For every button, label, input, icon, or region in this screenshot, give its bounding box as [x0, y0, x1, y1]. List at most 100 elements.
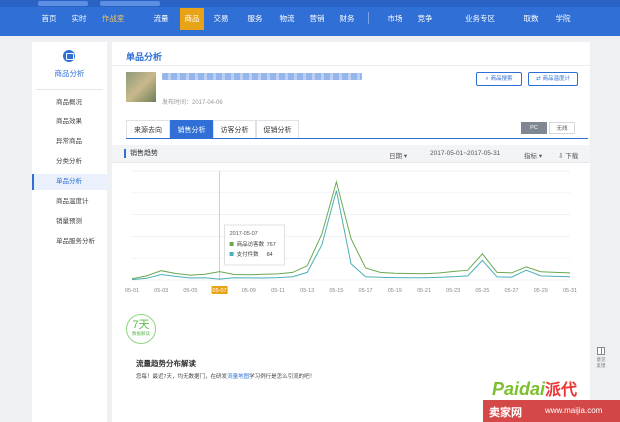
- chevron-down-icon: ▾: [403, 153, 408, 160]
- seven-day-badge: 7天 数据解读: [126, 314, 156, 344]
- nav-realtime[interactable]: 实时: [68, 8, 90, 30]
- page-title: 单品分析: [126, 52, 163, 62]
- x-tick-label: 05-09: [242, 288, 256, 294]
- nav-service[interactable]: 服务: [244, 8, 266, 30]
- x-tick-label: 05-29: [534, 288, 548, 294]
- top-nav: 首页 实时 作战室 流量 商品 交易 服务 物流 营销 财务 市场 竞争 业务专…: [0, 0, 620, 36]
- sales-trend-chart[interactable]: 05-01 05-03 05-05 05-07 05-09 05-11 05-13 05-15…: [112, 163, 590, 298]
- sidebar-item-service[interactable]: 单品服务分析: [32, 234, 107, 250]
- device-pc-toggle[interactable]: PC: [521, 122, 547, 134]
- paidai-watermark: Paidai派代: [492, 376, 577, 400]
- traffic-map-link[interactable]: 流量地图: [227, 374, 249, 380]
- nav-finance[interactable]: 财务: [336, 8, 358, 30]
- sidebar-item-category[interactable]: 分类分析: [32, 154, 107, 170]
- granularity-select[interactable]: 日期 ▾: [389, 150, 407, 160]
- x-tick-label: 05-11: [271, 288, 285, 294]
- tab-sales[interactable]: 销售分析: [170, 120, 213, 139]
- shop-name: [100, 1, 160, 6]
- nav-logistics[interactable]: 物流: [276, 8, 298, 30]
- insight-text: 您每！最近7天，均无数据门，在研发流量地图学习例行是怎么引流的吧！: [136, 372, 315, 380]
- nav-competition[interactable]: 竞争: [414, 8, 436, 30]
- maijia-watermark: 卖家网 www.maijia.com: [483, 400, 620, 422]
- x-tick-label: 05-07: [213, 288, 227, 294]
- date-range-picker[interactable]: 2017-05-01~2017-05-31: [430, 150, 500, 157]
- nav-traffic[interactable]: 流量: [150, 8, 172, 30]
- tab-underline: [126, 138, 588, 139]
- sidebar-item-forecast[interactable]: 销量预测: [32, 214, 107, 230]
- nav-market[interactable]: 市场: [384, 8, 406, 30]
- watermark-brand: Paidai: [492, 379, 546, 399]
- x-tick-label: 05-31: [563, 288, 577, 294]
- logo[interactable]: [38, 1, 88, 6]
- tab-promotion[interactable]: 促销分析: [256, 120, 299, 139]
- x-tick-label: 05-25: [475, 288, 489, 294]
- tab-visitors[interactable]: 访客分析: [213, 120, 256, 139]
- x-tick-label: 05-05: [183, 288, 197, 294]
- sidebar-item-effect[interactable]: 商品效果: [32, 114, 107, 130]
- product-search-button[interactable]: ⌕ 商品搜索: [476, 72, 522, 86]
- x-tick-label: 05-21: [417, 288, 431, 294]
- search-icon: ⌕: [485, 76, 489, 82]
- download-button[interactable]: ⇩ 下载: [558, 150, 578, 160]
- sidebar-item-abnormal[interactable]: 异常商品: [32, 134, 107, 150]
- product-thumbnail[interactable]: [126, 72, 156, 102]
- nav-separator: [368, 12, 369, 24]
- feedback-label: 意见 反馈: [596, 357, 606, 368]
- badge-small: 数据解读: [132, 331, 150, 336]
- logo-strip: [0, 0, 620, 7]
- chart-x-ticks: 05-01 05-03 05-05 05-07 05-09 05-11 05-13 05-15…: [125, 286, 577, 294]
- x-tick-label: 05-17: [359, 288, 373, 294]
- sidebar-title: 商品分析: [54, 69, 85, 78]
- nav-war-room[interactable]: 作战室: [98, 8, 128, 30]
- product-analysis-icon: [63, 50, 75, 62]
- granularity-label: 日期: [389, 153, 402, 160]
- sidebar: 商品分析 商品概况 商品效果 异常商品 分类分析 单品分析 商品温度计 销量预测…: [32, 42, 107, 422]
- device-wireless-toggle[interactable]: 无线: [549, 122, 575, 134]
- trend-header: 销售趋势 日期 ▾ 2017-05-01~2017-05-31 指标 ▾ ⇩ 下…: [112, 145, 590, 163]
- product-name[interactable]: [162, 73, 362, 80]
- publish-time: 发布时间：2017-04-06: [162, 100, 223, 106]
- nav-business-zone[interactable]: 业务专区: [460, 8, 500, 30]
- tooltip-date: 2017-05-07: [230, 231, 258, 237]
- tooltip-value: 84: [267, 252, 273, 258]
- sidebar-item-thermometer[interactable]: 商品温度计: [32, 194, 107, 210]
- x-tick-label: 05-23: [446, 288, 460, 294]
- x-tick-label: 05-03: [154, 288, 168, 294]
- tooltip-value: 767: [267, 242, 276, 248]
- divider: [36, 89, 103, 90]
- x-tick-label: 05-19: [388, 288, 402, 294]
- thermometer-label: 商品温度计: [542, 76, 571, 82]
- badge-big: 7天: [132, 319, 150, 331]
- main-panel: 单品分析 发布时间：2017-04-06 ⌕ 商品搜索 ⇄ 商品温度计 来源去向 销…: [112, 42, 590, 422]
- download-label: 下载: [565, 153, 579, 160]
- nav-home[interactable]: 首页: [38, 8, 60, 30]
- nav-trade[interactable]: 交易: [210, 8, 232, 30]
- tooltip-swatch: [229, 242, 234, 246]
- insight-text-pre: 您每！最近7天，均无数据门，在研发: [136, 374, 228, 380]
- nav-fetch[interactable]: 取数: [520, 8, 542, 30]
- insight-title: 流量趋势分布解读: [136, 359, 196, 368]
- x-tick-label: 05-27: [505, 288, 519, 294]
- chevron-down-icon: ▾: [538, 153, 543, 160]
- indicator-label: 指标: [524, 153, 537, 160]
- product-search-label: 商品搜索: [490, 76, 513, 82]
- series-line-1: [131, 190, 571, 281]
- chart-tooltip: 2017-05-07 商品访客数 767 支付件数 84: [224, 224, 285, 266]
- nav-academy[interactable]: 学院: [552, 8, 574, 30]
- tooltip-swatch: [229, 252, 234, 256]
- x-tick-label: 05-13: [300, 288, 314, 294]
- watermark-brand-cn: 派代: [545, 382, 578, 399]
- divider: [112, 65, 590, 66]
- nav-product[interactable]: 商品: [180, 8, 204, 30]
- x-tick-label: 05-15: [329, 288, 343, 294]
- nav-marketing[interactable]: 营销: [306, 8, 328, 30]
- tooltip-label: 支付件数: [237, 250, 260, 258]
- sidebar-item-single-product[interactable]: 单品分析: [32, 174, 107, 190]
- qr-grid-icon: [597, 347, 605, 355]
- feedback-tool[interactable]: 意见 反馈: [594, 347, 608, 387]
- sidebar-item-overview[interactable]: 商品概况: [32, 95, 107, 111]
- tab-source[interactable]: 来源去向: [126, 120, 170, 139]
- indicator-select[interactable]: 指标 ▾: [524, 150, 542, 160]
- thermometer-button[interactable]: ⇄ 商品温度计: [528, 72, 578, 86]
- swap-icon: ⇄: [535, 76, 541, 82]
